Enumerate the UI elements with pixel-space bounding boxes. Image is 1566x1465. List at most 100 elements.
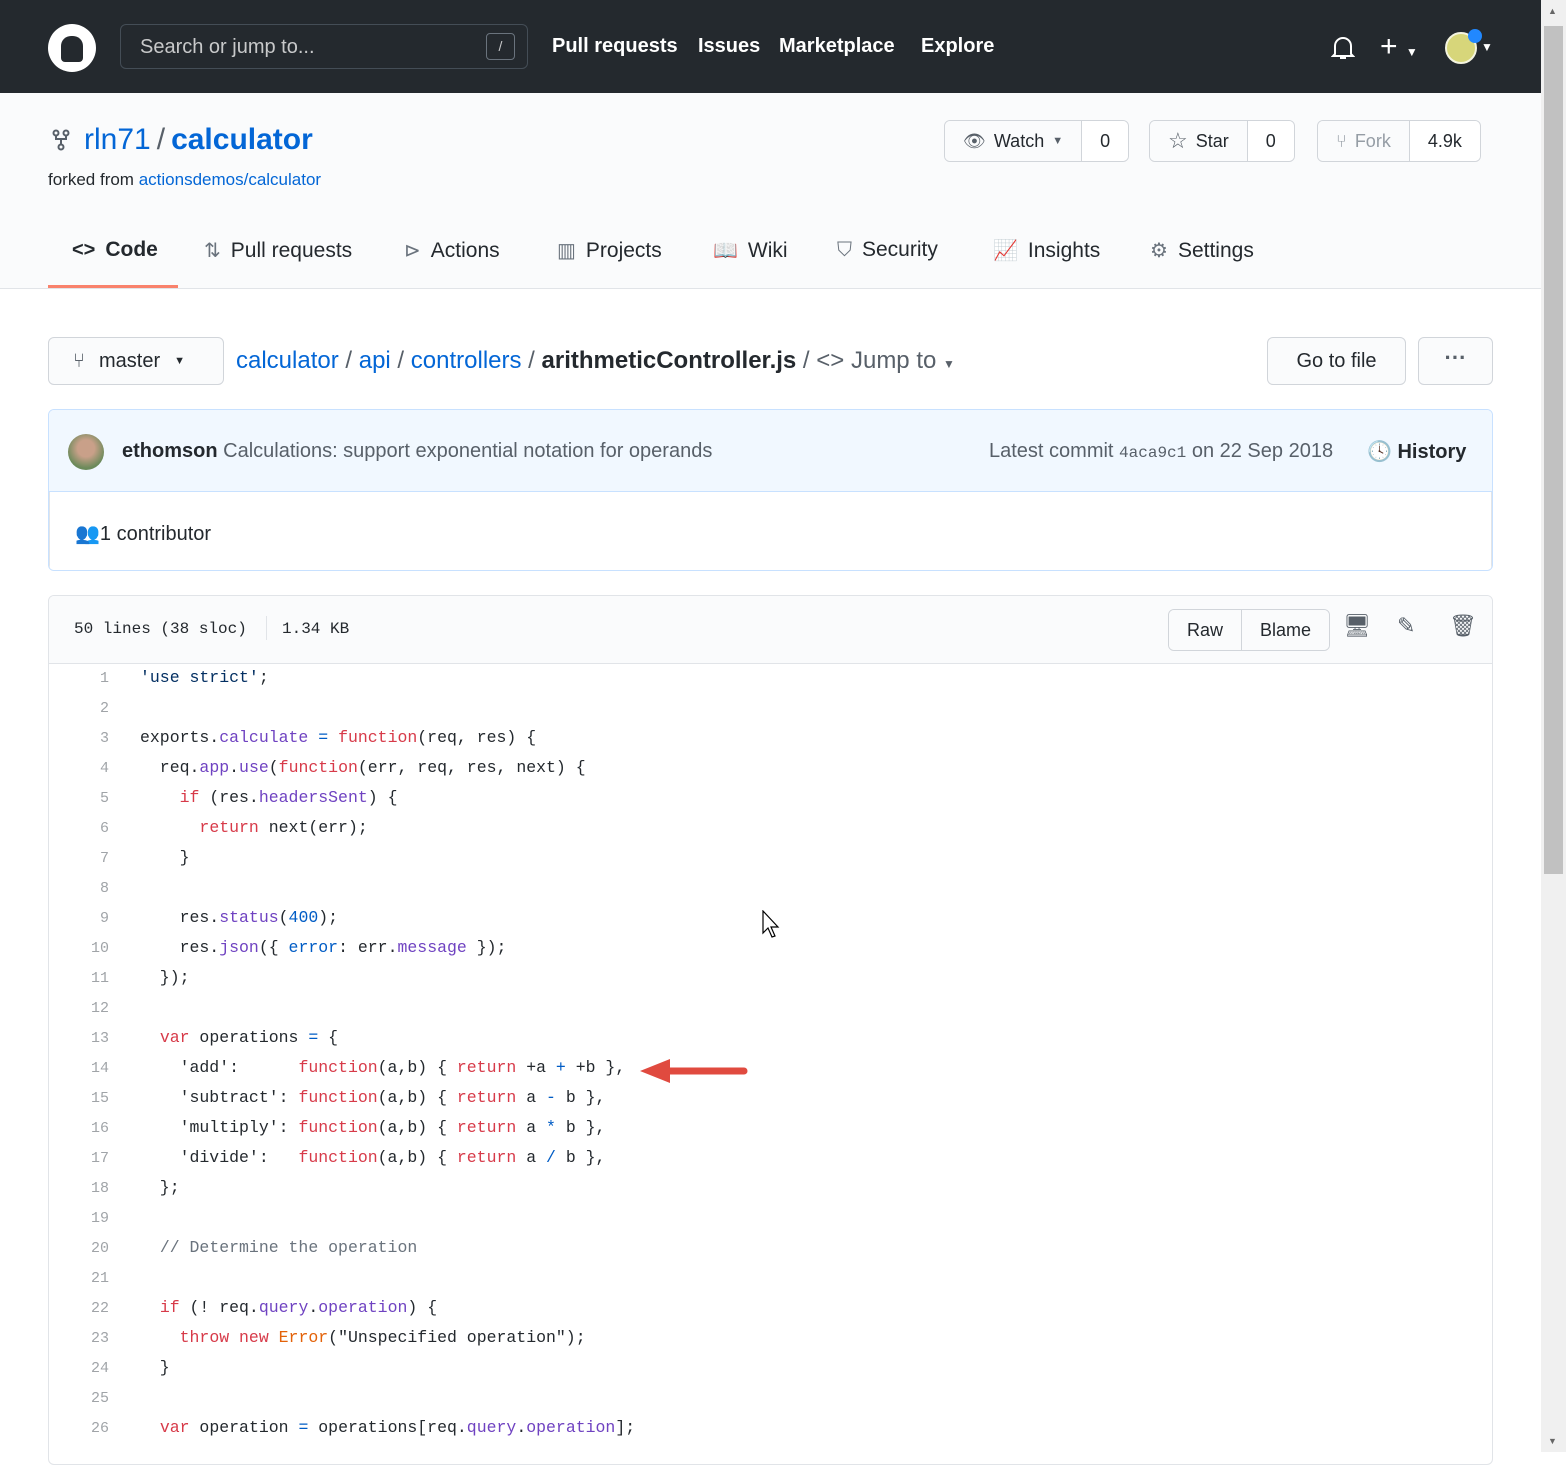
repo-name-link[interactable]: calculator xyxy=(171,123,313,156)
branch-selector[interactable]: ⑂ master ▼ xyxy=(48,337,224,385)
watch-button[interactable]: 👁 Watch ▼ xyxy=(945,121,1083,161)
line-number[interactable]: 4 xyxy=(49,760,109,777)
repo-forked-icon: ⑂ xyxy=(1336,130,1347,151)
trash-icon[interactable]: 🗑 xyxy=(1449,614,1477,639)
jump-to-label: Jump to xyxy=(850,347,937,374)
line-number[interactable]: 9 xyxy=(49,910,109,927)
commit-message[interactable]: Calculations: support exponential notati… xyxy=(223,440,712,462)
code-token: var xyxy=(159,1418,190,1437)
nav-marketplace[interactable]: Marketplace xyxy=(779,35,895,58)
commit-sha[interactable]: 4aca9c1 xyxy=(1119,444,1186,462)
star-count[interactable]: 0 xyxy=(1247,121,1294,161)
breadcrumb-controllers[interactable]: controllers xyxy=(411,347,522,374)
tab-actions[interactable]: ⊳ Actions xyxy=(404,238,500,263)
repo-owner-link[interactable]: rln71 xyxy=(84,123,151,156)
line-number[interactable]: 2 xyxy=(49,700,109,717)
blame-button[interactable]: Blame xyxy=(1241,610,1330,650)
scroll-up-icon[interactable]: ▲ xyxy=(1548,6,1557,16)
line-number[interactable]: 26 xyxy=(49,1420,109,1437)
contributors[interactable]: 👥1 contributor xyxy=(75,521,211,546)
line-number[interactable]: 17 xyxy=(49,1150,109,1167)
line-number[interactable]: 23 xyxy=(49,1330,109,1347)
raw-blame-group: Raw Blame xyxy=(1168,609,1331,651)
code-line: throw new Error("Unspecified operation")… xyxy=(140,1328,586,1347)
line-number[interactable]: 13 xyxy=(49,1030,109,1047)
code-token: var xyxy=(159,1028,190,1047)
line-number[interactable]: 8 xyxy=(49,880,109,897)
latest-commit-label: Latest commit xyxy=(989,440,1114,462)
commit-author[interactable]: ethomson xyxy=(122,440,218,462)
tab-label: Code xyxy=(105,238,158,261)
code-line: }; xyxy=(140,1178,180,1197)
commit-date: on 22 Sep 2018 xyxy=(1191,440,1334,462)
go-to-file-button[interactable]: Go to file xyxy=(1267,337,1406,385)
breadcrumb-api[interactable]: api xyxy=(359,347,391,374)
history-link[interactable]: 🕓 History xyxy=(1367,439,1466,464)
pencil-icon[interactable]: ✎ xyxy=(1397,614,1415,639)
caret-down-icon[interactable]: ▼ xyxy=(1481,40,1493,54)
search-input[interactable]: Search or jump to... / xyxy=(120,24,528,69)
line-number[interactable]: 3 xyxy=(49,730,109,747)
pull-request-icon: ⇅ xyxy=(204,240,221,262)
bell-icon[interactable] xyxy=(1331,34,1355,62)
code-token: b }, xyxy=(555,1118,606,1137)
code-token: app xyxy=(199,758,230,777)
scrollbar-thumb[interactable] xyxy=(1544,26,1563,874)
tab-pull-requests[interactable]: ⇅ Pull requests xyxy=(204,238,352,263)
line-number[interactable]: 6 xyxy=(49,820,109,837)
jump-to-dropdown[interactable]: <> Jump to ▼ xyxy=(816,347,955,374)
watch-count[interactable]: 0 xyxy=(1082,121,1129,161)
branch-name: master xyxy=(99,349,161,372)
raw-button[interactable]: Raw xyxy=(1169,610,1242,650)
nav-pull-requests[interactable]: Pull requests xyxy=(552,35,678,58)
plus-dropdown-icon[interactable]: + ▼ xyxy=(1380,30,1418,64)
tab-settings[interactable]: ⚙ Settings xyxy=(1150,238,1254,263)
line-number[interactable]: 22 xyxy=(49,1300,109,1317)
tab-insights[interactable]: 📈 Insights xyxy=(993,238,1100,263)
line-number[interactable]: 24 xyxy=(49,1360,109,1377)
breadcrumb-calculator[interactable]: calculator xyxy=(236,347,339,374)
line-number[interactable]: 1 xyxy=(49,670,109,687)
line-number[interactable]: 18 xyxy=(49,1180,109,1197)
line-number[interactable]: 7 xyxy=(49,850,109,867)
desktop-icon[interactable]: 🖥 xyxy=(1343,614,1371,639)
code-token: (a,b) { xyxy=(377,1118,457,1137)
code-token: +a xyxy=(516,1058,556,1077)
code-token: return xyxy=(456,1058,517,1077)
line-number[interactable]: 12 xyxy=(49,1000,109,1017)
line-number[interactable]: 11 xyxy=(49,970,109,987)
code-token: res. xyxy=(140,908,220,927)
tab-wiki[interactable]: 📖 Wiki xyxy=(713,238,788,263)
tab-projects[interactable]: ▥ Projects xyxy=(557,238,662,263)
code-line: 'add': function(a,b) { return +a + +b }, xyxy=(140,1058,626,1077)
fork-button[interactable]: ⑂ Fork xyxy=(1318,121,1410,161)
breadcrumb: calculator / api / controllers / arithme… xyxy=(236,347,955,374)
forked-source-link[interactable]: actionsdemos/calculator xyxy=(139,170,321,189)
code-line: // Determine the operation xyxy=(140,1238,417,1257)
line-number[interactable]: 14 xyxy=(49,1060,109,1077)
author-avatar[interactable] xyxy=(68,434,104,470)
line-number[interactable]: 15 xyxy=(49,1090,109,1107)
fork-count[interactable]: 4.9k xyxy=(1409,121,1480,161)
star-button[interactable]: ☆ Star xyxy=(1150,121,1248,161)
more-options-button[interactable]: ··· xyxy=(1418,337,1493,385)
line-number[interactable]: 10 xyxy=(49,940,109,957)
line-number[interactable]: 5 xyxy=(49,790,109,807)
github-logo-icon[interactable] xyxy=(48,24,96,72)
line-number[interactable]: 16 xyxy=(49,1120,109,1137)
project-icon: ▥ xyxy=(557,240,576,262)
scrollbar[interactable]: ▲ ▼ xyxy=(1541,0,1566,1452)
tab-security[interactable]: ⛉ Security xyxy=(837,238,938,262)
line-number[interactable]: 20 xyxy=(49,1240,109,1257)
line-number[interactable]: 25 xyxy=(49,1390,109,1407)
code-line: 'divide': function(a,b) { return a / b }… xyxy=(140,1148,606,1167)
code-token: b }, xyxy=(555,1088,606,1107)
nav-issues[interactable]: Issues xyxy=(698,35,760,58)
nav-explore[interactable]: Explore xyxy=(921,35,994,58)
tab-code[interactable]: <> Code xyxy=(72,238,158,262)
line-number[interactable]: 21 xyxy=(49,1270,109,1287)
scroll-down-icon[interactable]: ▼ xyxy=(1548,1436,1557,1446)
fork-label: Fork xyxy=(1354,130,1391,151)
line-number[interactable]: 19 xyxy=(49,1210,109,1227)
